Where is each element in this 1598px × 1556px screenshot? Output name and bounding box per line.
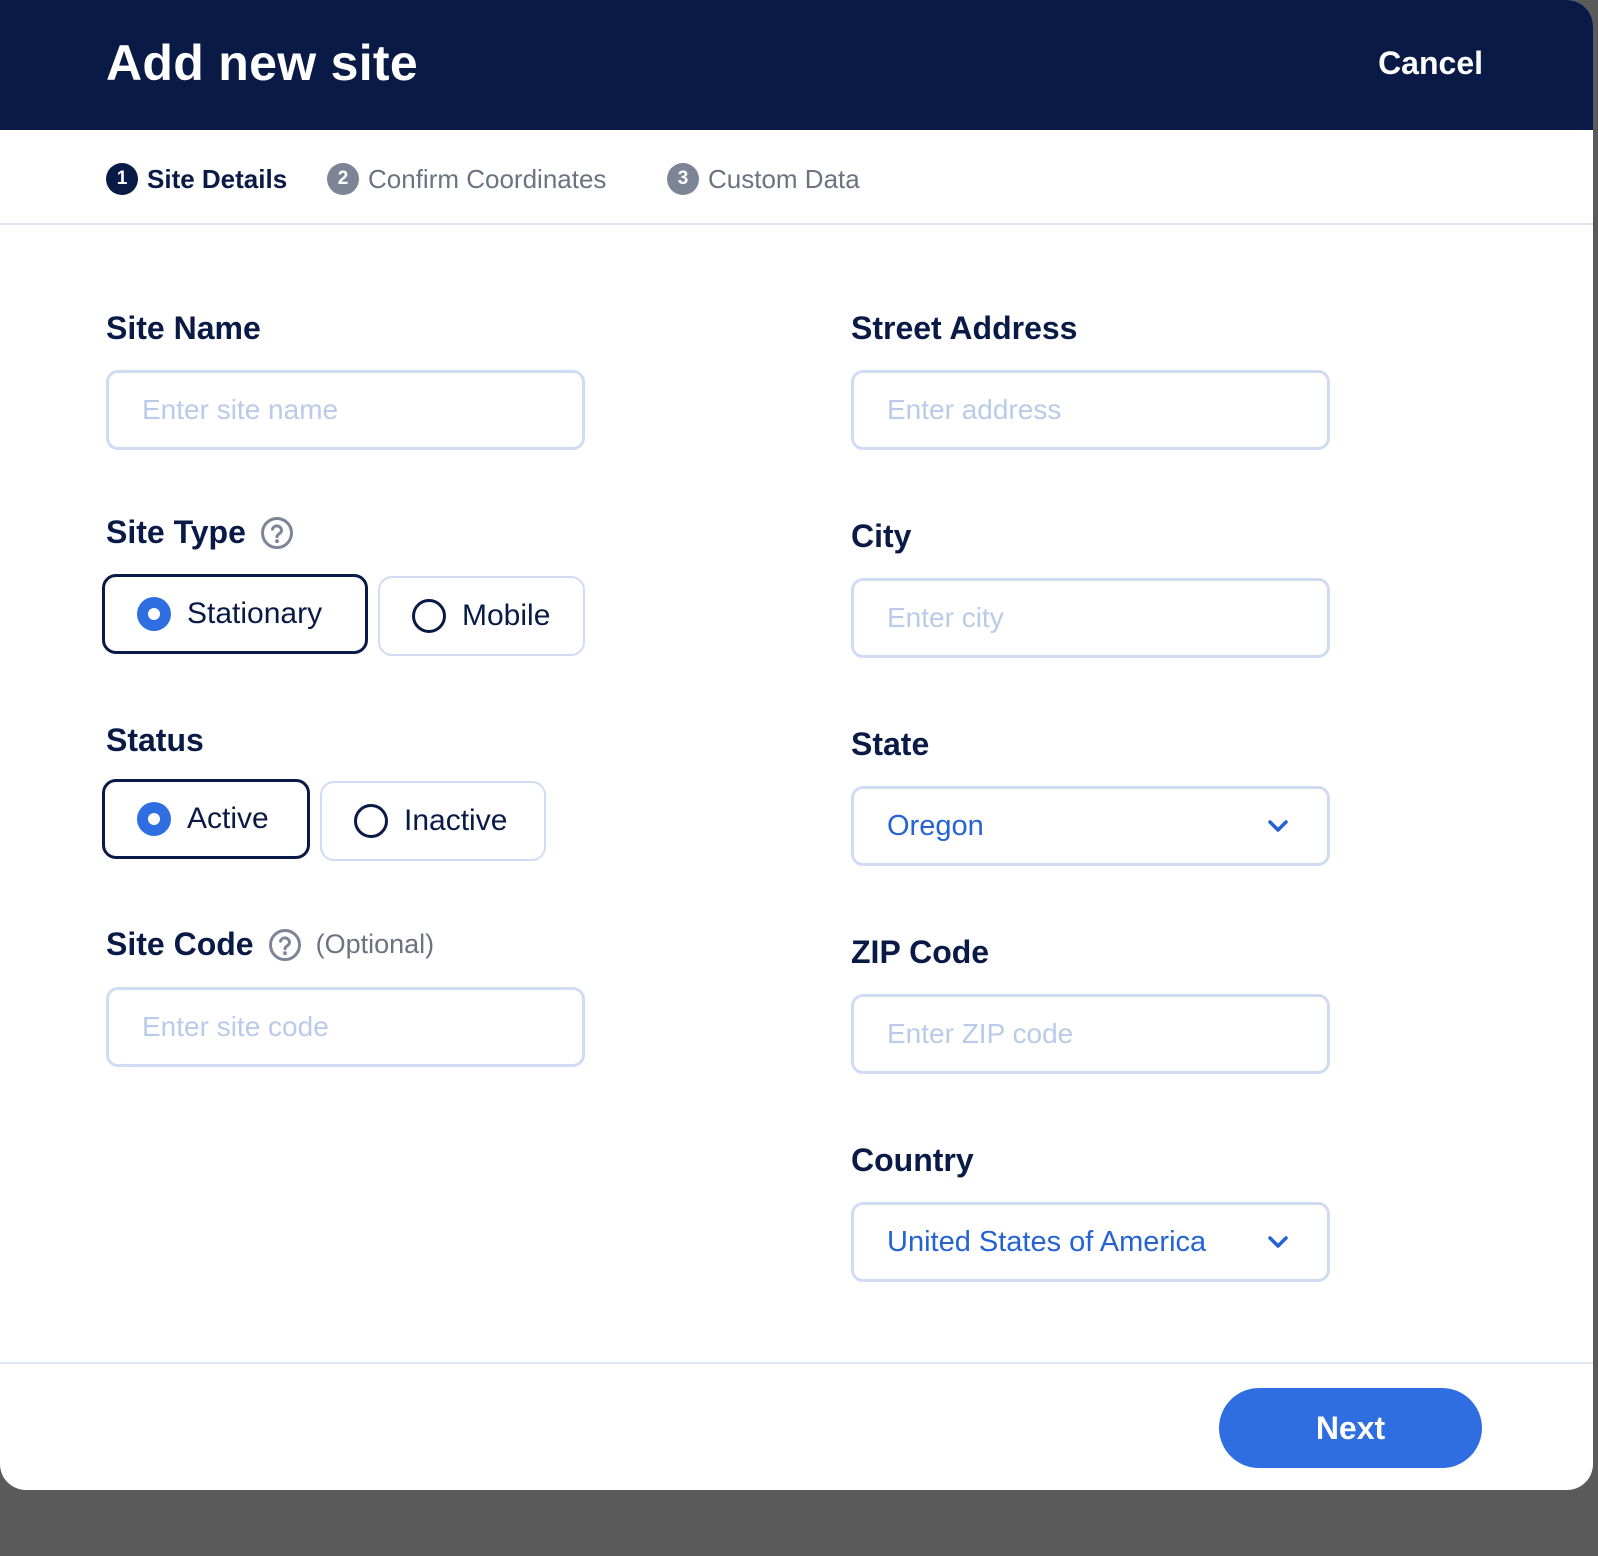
status-label-text: Status: [106, 722, 204, 758]
zip-code-input[interactable]: [851, 994, 1330, 1074]
radio-label: Active: [187, 802, 269, 835]
radio-label: Inactive: [404, 804, 508, 837]
chevron-down-icon: [1268, 820, 1288, 832]
step-custom-data[interactable]: 3 Custom Data: [667, 163, 860, 195]
modal-header: Add new site Cancel: [0, 0, 1593, 130]
radio-label: Mobile: [462, 599, 551, 632]
status-inactive-radio[interactable]: Inactive: [320, 781, 546, 861]
site-name-label-text: Site Name: [106, 310, 261, 346]
city-label-text: City: [851, 518, 912, 554]
chevron-down-icon: [1268, 1236, 1288, 1248]
step-confirm-coordinates[interactable]: 2 Confirm Coordinates: [327, 163, 606, 195]
street-address-label-text: Street Address: [851, 310, 1078, 346]
status-label: Status: [106, 722, 204, 759]
radio-checked-icon: [137, 802, 171, 836]
add-site-modal: Add new site Cancel 1 Site Details 2 Con…: [0, 0, 1593, 1490]
radio-unchecked-icon: [412, 599, 446, 633]
question-circle-icon[interactable]: [260, 516, 294, 550]
radio-unchecked-icon: [354, 804, 388, 838]
zip-code-label-text: ZIP Code: [851, 934, 990, 970]
state-selected-value: Oregon: [887, 809, 984, 842]
site-type-mobile-radio[interactable]: Mobile: [378, 576, 585, 656]
site-type-stationary-radio[interactable]: Stationary: [102, 574, 368, 654]
cancel-button[interactable]: Cancel: [1378, 45, 1483, 82]
step-number-badge: 3: [667, 163, 699, 195]
city-label: City: [851, 518, 911, 555]
step-label: Custom Data: [708, 163, 860, 194]
optional-hint: (Optional): [315, 929, 435, 959]
site-type-label: Site Type: [106, 514, 294, 551]
question-circle-icon[interactable]: [268, 928, 302, 962]
footer-divider: [0, 1362, 1593, 1364]
state-label-text: State: [851, 726, 930, 762]
stepper: 1 Site Details 2 Confirm Coordinates 3 C…: [0, 130, 1593, 225]
country-selected-value: United States of America: [887, 1225, 1207, 1258]
country-select[interactable]: United States of America: [851, 1202, 1330, 1282]
step-label: Site Details: [147, 163, 288, 194]
site-code-label-text: Site Code: [106, 926, 254, 962]
modal-title: Add new site: [106, 35, 418, 91]
step-number-badge: 1: [106, 163, 138, 195]
site-code-label: Site Code (Optional): [106, 926, 434, 963]
street-address-input[interactable]: [851, 370, 1330, 450]
site-name-input[interactable]: [106, 370, 585, 450]
site-code-input[interactable]: [106, 987, 585, 1067]
city-input[interactable]: [851, 578, 1330, 658]
step-label: Confirm Coordinates: [368, 163, 607, 194]
step-number-badge: 2: [327, 163, 359, 195]
next-button[interactable]: Next: [1219, 1388, 1482, 1468]
status-active-radio[interactable]: Active: [102, 779, 310, 859]
radio-checked-icon: [137, 597, 171, 631]
state-label: State: [851, 726, 929, 763]
radio-label: Stationary: [187, 597, 323, 630]
step-site-details[interactable]: 1 Site Details: [106, 163, 287, 195]
zip-code-label: ZIP Code: [851, 934, 989, 971]
country-label: Country: [851, 1142, 974, 1179]
site-type-label-text: Site Type: [106, 514, 246, 550]
site-name-label: Site Name: [106, 310, 261, 347]
street-address-label: Street Address: [851, 310, 1077, 347]
state-select[interactable]: Oregon: [851, 786, 1330, 866]
country-label-text: Country: [851, 1142, 974, 1178]
